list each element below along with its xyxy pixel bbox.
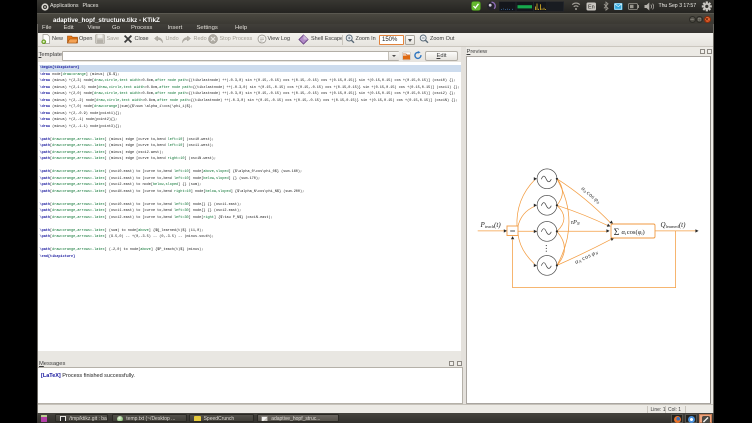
svg-text:Pteach(t): Pteach(t) [480, 221, 502, 229]
svg-text:En: En [588, 5, 595, 11]
svg-text:Qlearned(t): Qlearned(t) [661, 221, 687, 229]
svg-text:αi cos(φi): αi cos(φi) [622, 229, 645, 236]
svg-text:Σ: Σ [614, 228, 620, 238]
svg-text:τPN: τPN [571, 219, 580, 226]
svg-text:α0 cos φ0: α0 cos φ0 [580, 186, 601, 205]
